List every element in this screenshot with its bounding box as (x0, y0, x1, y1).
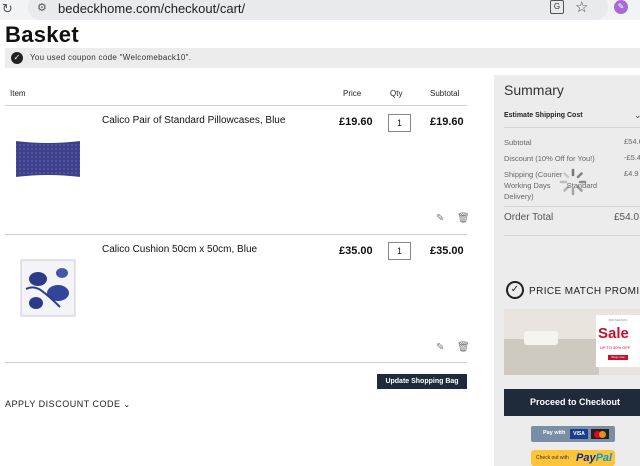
header-item: Item (10, 89, 26, 98)
trash-icon[interactable]: 🗑 (457, 213, 470, 224)
paypal-checkout-button[interactable]: Check out with PayPal (531, 450, 615, 466)
chevron-down-icon[interactable]: ⌄ (634, 110, 640, 121)
divider (5, 234, 467, 235)
discount-label: Discount (10% Off for You!) (504, 154, 595, 163)
proceed-to-checkout-button[interactable]: Proceed to Checkout (504, 389, 640, 416)
order-total-label: Order Total (504, 212, 554, 223)
subtotal-label: Subtotal (504, 138, 532, 147)
item-subtotal: £19.60 (430, 116, 464, 128)
product-image-pillowcases[interactable] (14, 139, 82, 179)
product-name[interactable]: Calico Pair of Standard Pillowcases, Blu… (102, 115, 285, 126)
sale-banner[interactable]: MID SEASON Sale UP TO 50% OFF Shop now (504, 309, 640, 375)
header-price: Price (343, 89, 362, 98)
update-shopping-bag-button[interactable]: Update Shopping Bag (377, 374, 467, 389)
estimate-shipping-toggle[interactable]: Estimate Shipping Cost (504, 112, 583, 119)
header-subtotal: Subtotal (430, 89, 460, 98)
order-summary-panel: Summary Estimate Shipping Cost ⌄ Subtota… (494, 75, 640, 466)
edit-pencil-icon[interactable]: ✎ (436, 213, 444, 224)
sale-discount: UP TO 50% OFF (600, 345, 631, 350)
coupon-banner: ✓ You used coupon code "Welcomeback10". (5, 48, 640, 68)
shipping-value: £4.9 (624, 169, 639, 178)
url-text[interactable]: bedeckhome.com/checkout/cart/ (58, 1, 245, 16)
sale-card: MID SEASON Sale UP TO 50% OFF Shop now (596, 315, 640, 367)
header-qty: Qty (390, 89, 403, 98)
browser-toolbar: ↻ ⚙ bedeckhome.com/checkout/cart/ G ☆ ✎ (0, 0, 640, 20)
quantity-input[interactable]: 1 (388, 114, 411, 132)
apply-discount-toggle[interactable]: APPLY DISCOUNT CODE ⌄ (5, 399, 131, 409)
quantity-input[interactable]: 1 (388, 242, 411, 260)
pillow-illustration (524, 331, 558, 345)
edit-pencil-icon[interactable]: ✎ (436, 342, 444, 353)
divider (504, 235, 640, 236)
extension-icon[interactable]: ✎ (614, 0, 628, 14)
paypal-logo-icon: PayPal (576, 452, 613, 464)
apply-discount-label: APPLY DISCOUNT CODE (5, 399, 121, 409)
divider (5, 105, 467, 106)
price-match-promise[interactable]: PRICE MATCH PROMISE (529, 286, 640, 297)
reload-icon[interactable]: ↻ (2, 1, 13, 17)
chevron-down-icon: ⌄ (123, 400, 131, 409)
item-price: £19.60 (339, 116, 373, 128)
price-match-check-icon: ✓ (506, 281, 524, 299)
summary-title: Summary (504, 82, 564, 98)
checkout-with-label: Check out with (536, 455, 569, 461)
visa-icon: VISA (570, 429, 588, 439)
sale-tag: MID SEASON (608, 318, 628, 322)
page-title: Basket (5, 22, 79, 47)
site-settings-icon[interactable]: ⚙ (37, 1, 47, 14)
divider (504, 127, 640, 128)
order-total-value: £54.0 (614, 212, 640, 223)
subtotal-value: £54.6 (624, 137, 640, 146)
divider (5, 362, 467, 363)
pay-with-label: Pay with (543, 430, 566, 436)
mastercard-icon (591, 429, 609, 439)
address-bar[interactable]: ⚙ bedeckhome.com/checkout/cart/ G ☆ (28, 0, 608, 20)
trash-icon[interactable]: 🗑 (457, 342, 470, 353)
translate-icon[interactable]: G (550, 0, 564, 14)
product-name[interactable]: Calico Cushion 50cm x 50cm, Blue (102, 244, 257, 255)
bookmark-star-icon[interactable]: ☆ (575, 0, 588, 16)
pay-with-card-button[interactable]: Pay with VISA (531, 426, 615, 442)
item-price: £35.00 (339, 245, 373, 257)
shop-now-button[interactable]: Shop now (608, 355, 628, 360)
coupon-message: You used coupon code "Welcomeback10". (30, 53, 192, 62)
sale-heading: Sale (598, 325, 629, 342)
loading-spinner-icon (559, 168, 587, 196)
divider (504, 206, 640, 207)
discount-value: -£5.4 (624, 153, 640, 162)
product-image-cushion[interactable] (20, 259, 76, 317)
check-circle-icon: ✓ (11, 52, 23, 64)
item-subtotal: £35.00 (430, 245, 464, 257)
